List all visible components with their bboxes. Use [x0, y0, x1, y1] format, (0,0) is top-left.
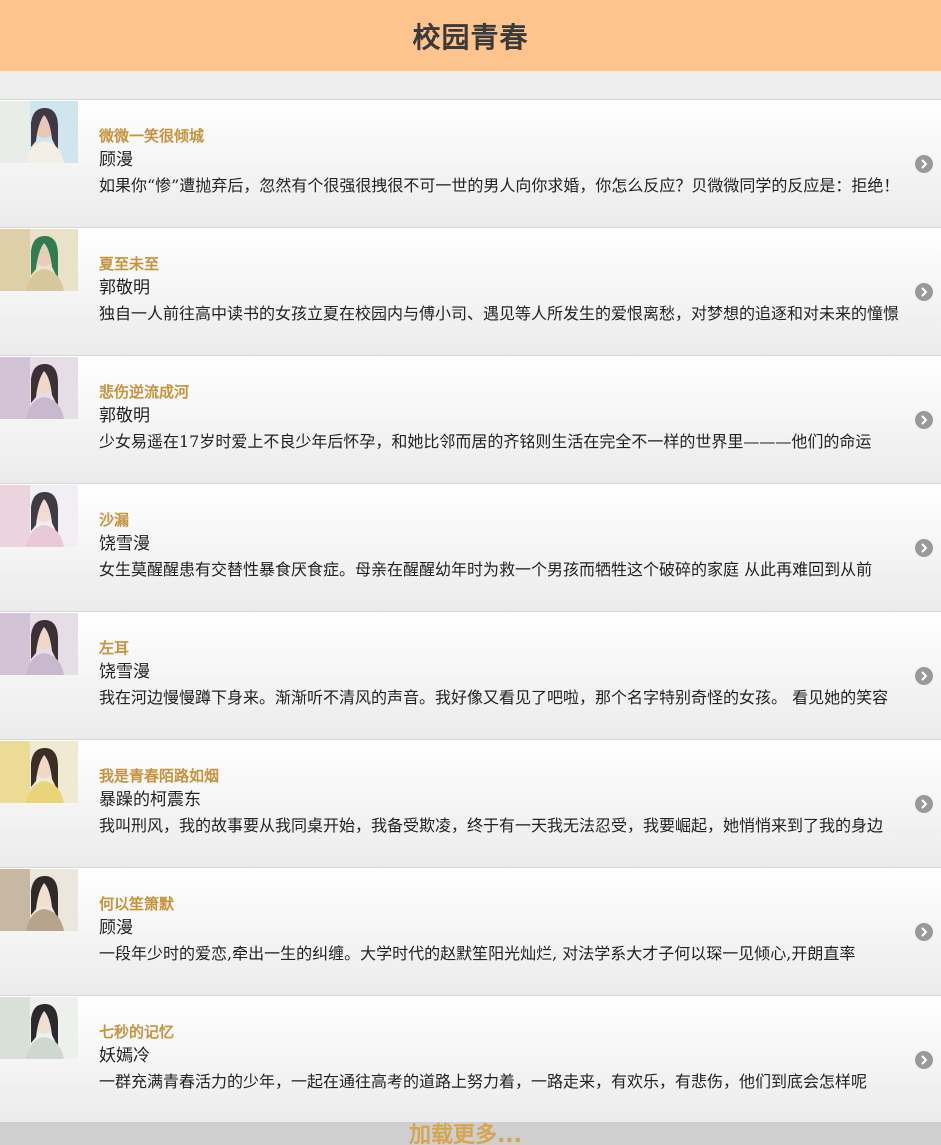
book-author: 饶雪漫: [99, 534, 150, 554]
book-description: 我叫刑风，我的故事要从我同桌开始，我备受欺凌，终于有一天我无法忍受，我要崛起，她…: [99, 816, 884, 835]
book-title: 沙漏: [99, 511, 130, 529]
chevron-right-circle-icon[interactable]: [915, 667, 933, 685]
chevron-right-circle-icon[interactable]: [915, 1051, 933, 1069]
page-title: 校园青春: [412, 20, 529, 54]
book-description: 独自一人前往高中读书的女孩立夏在校园内与傅小司、遇见等人所发生的爱恨离愁，对梦想…: [99, 304, 900, 323]
book-description: 女生莫醒醒患有交替性暴食厌食症。母亲在醒醒幼年时为救一个男孩而牺牲这个破碎的家庭…: [99, 560, 873, 579]
book-list: 微微一笑很倾城 顾漫 如果你“惨”遭抛弃后，忽然有个很强很拽很不可一世的男人向你…: [0, 99, 941, 1123]
chevron-right-circle-icon[interactable]: [915, 283, 933, 301]
book-cover-image: [0, 741, 78, 803]
book-list-item[interactable]: 夏至未至 郭敬明 独自一人前往高中读书的女孩立夏在校园内与傅小司、遇见等人所发生…: [0, 227, 941, 355]
book-cover-image: [0, 997, 78, 1059]
book-title: 悲伤逆流成河: [99, 383, 190, 401]
book-title: 何以笙箫默: [99, 895, 175, 913]
book-cover-image: [0, 613, 78, 675]
book-author: 顾漫: [99, 150, 133, 170]
book-cover-image: [0, 229, 78, 291]
book-list-item[interactable]: 何以笙箫默 顾漫 一段年少时的爱恋,牵出一生的纠缠。大学时代的赵默笙阳光灿烂, …: [0, 867, 941, 995]
chevron-right-circle-icon[interactable]: [915, 923, 933, 941]
book-cover-image: [0, 485, 78, 547]
book-title: 微微一笑很倾城: [99, 127, 205, 145]
book-author: 妖嫣冷: [99, 1046, 150, 1066]
app-header: 校园青春: [0, 0, 941, 71]
book-list-item[interactable]: 左耳 饶雪漫 我在河边慢慢蹲下身来。渐渐听不清风的声音。我好像又看见了吧啦，那个…: [0, 611, 941, 739]
book-description: 一群充满青春活力的少年，一起在通往高考的道路上努力着，一路走来，有欢乐，有悲伤，…: [99, 1072, 868, 1091]
book-list-item[interactable]: 七秒的记忆 妖嫣冷 一群充满青春活力的少年，一起在通往高考的道路上努力着，一路走…: [0, 995, 941, 1123]
book-description: 我在河边慢慢蹲下身来。渐渐听不清风的声音。我好像又看见了吧啦，那个名字特别奇怪的…: [99, 688, 889, 707]
book-description: 少女易遥在17岁时爱上不良少年后怀孕，和她比邻而居的齐铭则生活在完全不一样的世界…: [99, 432, 872, 451]
book-list-item[interactable]: 微微一笑很倾城 顾漫 如果你“惨”遭抛弃后，忽然有个很强很拽很不可一世的男人向你…: [0, 99, 941, 227]
book-description: 一段年少时的爱恋,牵出一生的纠缠。大学时代的赵默笙阳光灿烂, 对法学系大才子何以…: [99, 944, 856, 963]
book-list-item[interactable]: 我是青春陌路如烟 暴躁的柯震东 我叫刑风，我的故事要从我同桌开始，我备受欺凌，终…: [0, 739, 941, 867]
load-more-button[interactable]: 加载更多...: [0, 1122, 941, 1145]
chevron-right-circle-icon[interactable]: [915, 795, 933, 813]
book-title: 夏至未至: [99, 255, 160, 273]
book-title: 七秒的记忆: [99, 1023, 175, 1041]
book-cover-image: [0, 357, 78, 419]
load-more-label: 加载更多...: [408, 1123, 523, 1145]
book-title: 左耳: [99, 639, 130, 657]
book-title: 我是青春陌路如烟: [99, 767, 220, 785]
book-list-item[interactable]: 悲伤逆流成河 郭敬明 少女易遥在17岁时爱上不良少年后怀孕，和她比邻而居的齐铭则…: [0, 355, 941, 483]
book-author: 暴躁的柯震东: [99, 790, 201, 810]
book-author: 饶雪漫: [99, 662, 150, 682]
book-list-item[interactable]: 沙漏 饶雪漫 女生莫醒醒患有交替性暴食厌食症。母亲在醒醒幼年时为救一个男孩而牺牲…: [0, 483, 941, 611]
book-cover-image: [0, 101, 78, 163]
book-author: 郭敬明: [99, 406, 150, 426]
chevron-right-circle-icon[interactable]: [915, 411, 933, 429]
book-author: 郭敬明: [99, 278, 150, 298]
book-description: 如果你“惨”遭抛弃后，忽然有个很强很拽很不可一世的男人向你求婚，你怎么反应？贝微…: [99, 176, 900, 195]
chevron-right-circle-icon[interactable]: [915, 155, 933, 173]
chevron-right-circle-icon[interactable]: [915, 539, 933, 557]
book-author: 顾漫: [99, 918, 133, 938]
book-cover-image: [0, 869, 78, 931]
